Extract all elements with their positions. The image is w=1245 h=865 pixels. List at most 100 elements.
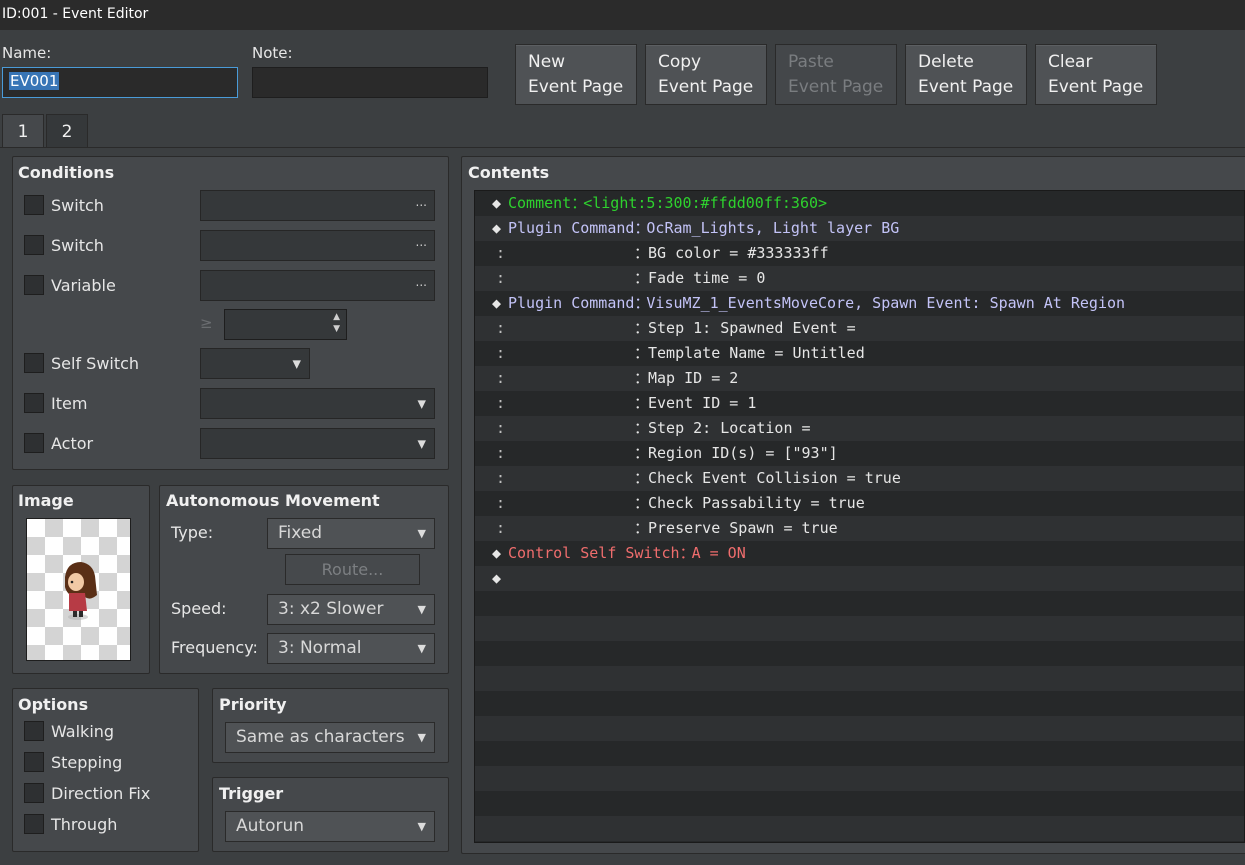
button-line: Delete [918, 52, 974, 72]
movement-speed-select[interactable]: 3: x2 Slower ▼ [267, 594, 435, 625]
note-input[interactable] [252, 67, 488, 98]
command-value: BG color = #333333ff [648, 244, 829, 262]
continuation-colon: : [496, 444, 506, 462]
priority-select[interactable]: Same as characters ▼ [225, 722, 435, 753]
command-diamond-icon: ◆ [492, 194, 502, 212]
command-row[interactable]: : ： Check Event Collision = true [475, 466, 1244, 491]
image-title: Image [18, 491, 74, 510]
self-switch-select[interactable]: ▼ [200, 348, 310, 379]
movement-frequency-select[interactable]: 3: Normal ▼ [267, 633, 435, 664]
command-value: OcRam_Lights, Light layer BG [646, 219, 900, 237]
event-image-preview[interactable] [26, 518, 131, 661]
command-row[interactable]: : ： Preserve Spawn = true [475, 516, 1244, 541]
button-line: Event Page [788, 77, 884, 97]
movement-type-value: Fixed [278, 523, 323, 543]
variable-label: Variable [51, 276, 116, 295]
conditions-title: Conditions [18, 163, 115, 182]
command-row[interactable]: : ： Template Name = Untitled [475, 341, 1244, 366]
self-switch-checkbox[interactable] [24, 353, 44, 373]
command-diamond-icon: ◆ [492, 569, 502, 587]
paste-event-page-button[interactable]: Paste Event Page [775, 44, 897, 105]
priority-value: Same as characters [236, 727, 405, 747]
contents-command-list[interactable]: ◆ Comment ： <light:5:300:#ffdd00ff:360> ◆ Plu… [474, 190, 1245, 843]
command-row[interactable]: ◆ [475, 566, 1244, 591]
continuation-colon: : [496, 394, 506, 412]
new-event-page-button[interactable]: New Event Page [515, 44, 637, 105]
command-row[interactable] [475, 716, 1244, 741]
command-name: Control Self Switch [508, 544, 680, 562]
spinner-down-icon[interactable]: ▼ [333, 324, 340, 334]
stepping-checkbox[interactable] [24, 752, 44, 772]
variable-select[interactable]: ... [200, 270, 435, 301]
command-separator: ： [634, 444, 650, 462]
command-row[interactable]: ◆ Plugin Command： OcRam_Lights, Light laye… [475, 216, 1244, 241]
command-row[interactable] [475, 766, 1244, 791]
tab-page-2[interactable]: 2 [46, 114, 88, 148]
speed-label: Speed: [171, 599, 227, 618]
command-row[interactable]: : ： Fade time = 0 [475, 266, 1244, 291]
command-value: Step 1: Spawned Event = [648, 319, 856, 337]
command-row[interactable] [475, 741, 1244, 766]
item-checkbox[interactable] [24, 393, 44, 413]
command-row[interactable]: : ： Check Passability = true [475, 491, 1244, 516]
command-row[interactable]: : ： BG color = #333333ff [475, 241, 1244, 266]
switch2-checkbox[interactable] [24, 235, 44, 255]
command-separator: ： [634, 344, 650, 362]
switch1-select[interactable]: ... [200, 190, 435, 221]
command-row[interactable]: : ： Region ID(s) = ["93"] [475, 441, 1244, 466]
name-value: EV001 [9, 72, 60, 90]
command-row[interactable]: : ： Step 2: Location = [475, 416, 1244, 441]
command-separator: ： [634, 394, 650, 412]
item-label: Item [51, 394, 88, 413]
command-row[interactable]: : ： Step 1: Spawned Event = [475, 316, 1244, 341]
button-line: Event Page [528, 77, 624, 97]
command-row[interactable]: ◆ Comment： <light:5:300:#ffdd00ff:360> [475, 191, 1244, 216]
command-row[interactable] [475, 816, 1244, 841]
command-row[interactable] [475, 666, 1244, 691]
actor-select[interactable]: ▼ [200, 428, 435, 459]
command-value: VisuMZ_1_EventsMoveCore, Spawn Event: Sp… [646, 294, 1126, 312]
chevron-down-icon: ▼ [417, 602, 426, 616]
switch2-select[interactable]: ... [200, 230, 435, 261]
delete-event-page-button[interactable]: Delete Event Page [905, 44, 1027, 105]
continuation-colon: : [496, 344, 506, 362]
command-diamond-icon: ◆ [492, 219, 502, 237]
command-row[interactable]: : ： Map ID = 2 [475, 366, 1244, 391]
command-row[interactable]: ◆ Control Self Switch： A = ON [475, 541, 1244, 566]
walking-checkbox[interactable] [24, 721, 44, 741]
through-checkbox[interactable] [24, 814, 44, 834]
command-row[interactable]: ◆ Plugin Command： VisuMZ_1_EventsMoveCore,… [475, 291, 1244, 316]
copy-event-page-button[interactable]: Copy Event Page [645, 44, 767, 105]
command-row[interactable] [475, 641, 1244, 666]
movement-type-select[interactable]: Fixed ▼ [267, 518, 435, 549]
tab-page-1[interactable]: 1 [2, 114, 44, 148]
command-value: Check Passability = true [648, 494, 865, 512]
command-value: Region ID(s) = ["93"] [648, 444, 838, 462]
route-button[interactable]: Route... [285, 554, 420, 585]
command-row[interactable] [475, 691, 1244, 716]
trigger-select[interactable]: Autorun ▼ [225, 811, 435, 842]
direction-fix-checkbox[interactable] [24, 783, 44, 803]
variable-checkbox[interactable] [24, 275, 44, 295]
movement-title: Autonomous Movement [166, 491, 380, 510]
command-row[interactable] [475, 616, 1244, 641]
command-row[interactable] [475, 591, 1244, 616]
command-diamond-icon: ◆ [492, 544, 502, 562]
command-value: Event ID = 1 [648, 394, 757, 412]
button-line: Clear [1048, 52, 1093, 72]
command-row[interactable]: : ： Event ID = 1 [475, 391, 1244, 416]
command-separator: ： [634, 369, 650, 387]
contents-title: Contents [468, 163, 550, 182]
actor-checkbox[interactable] [24, 433, 44, 453]
name-input[interactable]: EV001 [2, 67, 238, 98]
movement-frequency-value: 3: Normal [278, 638, 362, 658]
spinner-up-icon[interactable]: ▲ [333, 312, 340, 322]
clear-event-page-button[interactable]: Clear Event Page [1035, 44, 1157, 105]
item-select[interactable]: ▼ [200, 388, 435, 419]
switch1-checkbox[interactable] [24, 195, 44, 215]
command-row[interactable] [475, 791, 1244, 816]
variable-value-spinner[interactable]: ▲ ▼ [224, 309, 347, 340]
command-name: Plugin Command [508, 294, 635, 312]
continuation-colon: : [496, 519, 506, 537]
chevron-down-icon: ▼ [417, 437, 426, 450]
